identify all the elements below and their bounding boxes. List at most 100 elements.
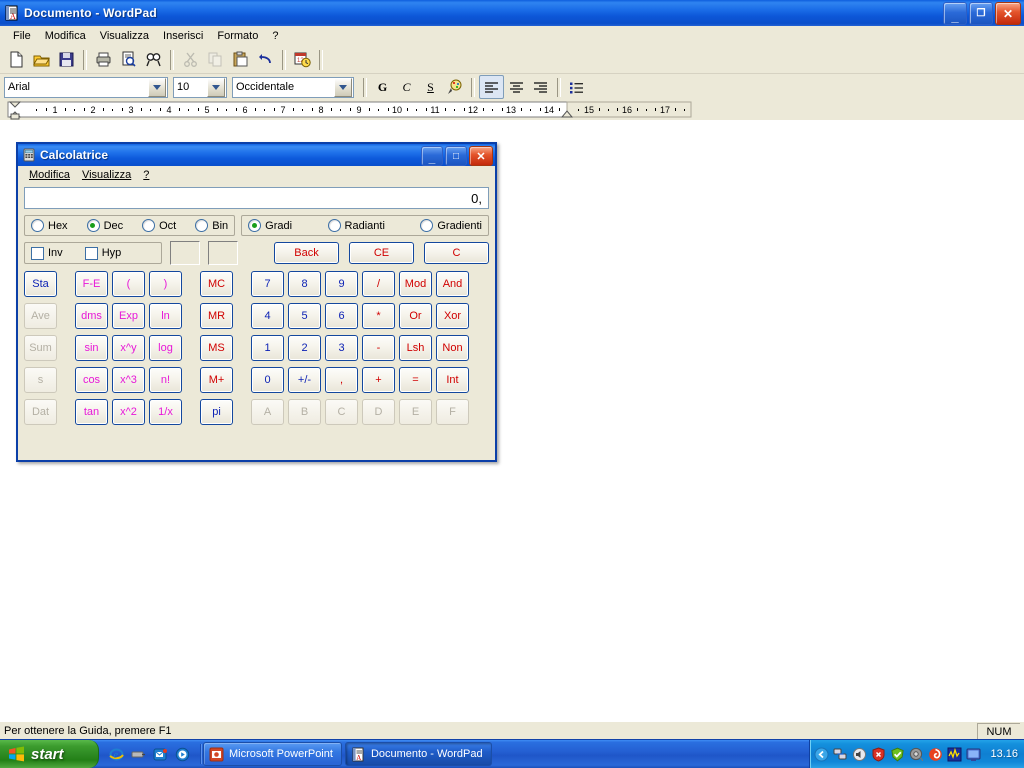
key-log[interactable]: log (149, 335, 182, 361)
key-mod[interactable]: Mod (399, 271, 432, 297)
clear-button[interactable]: C (424, 242, 489, 264)
key-7[interactable]: 7 (251, 271, 284, 297)
key-lsh[interactable]: Lsh (399, 335, 432, 361)
backspace-button[interactable]: Back (274, 242, 339, 264)
key-m-plus[interactable]: M+ (200, 367, 233, 393)
find-icon[interactable] (141, 48, 165, 71)
key-reciprocal[interactable]: 1/x (149, 399, 182, 425)
key-cos[interactable]: cos (75, 367, 108, 393)
network-connection-icon[interactable] (833, 747, 848, 762)
undo-icon[interactable] (253, 48, 277, 71)
key-6[interactable]: 6 (325, 303, 358, 329)
key-4[interactable]: 4 (251, 303, 284, 329)
key-0[interactable]: 0 (251, 367, 284, 393)
system-monitor-icon[interactable] (947, 747, 962, 762)
date-time-icon[interactable]: 12 (290, 48, 314, 71)
checkbox-hyp[interactable]: Hyp (84, 246, 121, 260)
key-x-squared[interactable]: x^2 (112, 399, 145, 425)
speaker-icon[interactable] (909, 747, 924, 762)
save-icon[interactable] (54, 48, 78, 71)
key-3[interactable]: 3 (325, 335, 358, 361)
key-2[interactable]: 2 (288, 335, 321, 361)
print-preview-icon[interactable] (116, 48, 140, 71)
key-xor[interactable]: Xor (436, 303, 469, 329)
display-icon[interactable] (966, 747, 981, 762)
key-tan[interactable]: tan (75, 399, 108, 425)
key-8[interactable]: 8 (288, 271, 321, 297)
key-fe[interactable]: F-E (75, 271, 108, 297)
wordpad-titlebar[interactable]: A Documento - WordPad _ ❐ ✕ (0, 0, 1024, 26)
key-sign-toggle[interactable]: +/- (288, 367, 321, 393)
volume-icon[interactable] (852, 747, 867, 762)
chevron-down-icon[interactable] (334, 77, 352, 97)
internet-explorer-icon[interactable]: e (109, 747, 124, 762)
key-factorial[interactable]: n! (149, 367, 182, 393)
key-decimal-separator[interactable]: , (325, 367, 358, 393)
key-5[interactable]: 5 (288, 303, 321, 329)
wordpad-close-button[interactable]: ✕ (995, 2, 1021, 25)
key-mr[interactable]: MR (200, 303, 233, 329)
menu-formato[interactable]: Formato (210, 28, 265, 44)
key-ln[interactable]: ln (149, 303, 182, 329)
wordpad-restore-button[interactable]: ❐ (969, 2, 993, 25)
calc-menu-visualizza[interactable]: Visualizza (76, 168, 137, 182)
font-size-combo[interactable]: 10 (173, 76, 227, 98)
key-close-paren[interactable]: ) (149, 271, 182, 297)
calc-menu-modifica[interactable]: Modifica (23, 168, 76, 182)
security-alert-icon[interactable] (871, 746, 886, 762)
script-combo[interactable]: Occidentale (232, 76, 354, 98)
menu-file[interactable]: File (6, 28, 38, 44)
show-hidden-icons-icon[interactable] (814, 747, 829, 762)
clear-entry-button[interactable]: CE (349, 242, 414, 264)
bold-button[interactable]: G (371, 76, 394, 98)
radio-hex[interactable]: Hex (31, 219, 68, 232)
key-mc[interactable]: MC (200, 271, 233, 297)
align-right-icon[interactable] (529, 76, 552, 98)
radio-gradi[interactable]: Gradi (248, 219, 292, 232)
menu-inserisci[interactable]: Inserisci (156, 28, 210, 44)
align-left-icon[interactable] (479, 75, 504, 99)
calculator-close-button[interactable]: ✕ (469, 146, 493, 166)
antivirus-icon[interactable] (928, 747, 943, 762)
outlook-express-icon[interactable] (153, 747, 168, 762)
bullets-icon[interactable] (565, 76, 588, 98)
paste-icon[interactable] (228, 48, 252, 71)
key-x-pow-y[interactable]: x^y (112, 335, 145, 361)
radio-gradienti[interactable]: Gradienti (420, 219, 482, 232)
key-int[interactable]: Int (436, 367, 469, 393)
calculator-minimize-button[interactable]: _ (421, 146, 443, 166)
media-player-icon[interactable] (175, 747, 190, 762)
key-divide[interactable]: / (362, 271, 395, 297)
radio-radianti[interactable]: Radianti (327, 219, 385, 232)
menu-help[interactable]: ? (265, 28, 285, 44)
key-exp[interactable]: Exp (112, 303, 145, 329)
key-add[interactable]: + (362, 367, 395, 393)
key-not[interactable]: Non (436, 335, 469, 361)
menu-modifica[interactable]: Modifica (38, 28, 93, 44)
key-dms[interactable]: dms (75, 303, 108, 329)
key-open-paren[interactable]: ( (112, 271, 145, 297)
show-desktop-icon[interactable] (131, 747, 146, 762)
font-family-combo[interactable]: Arial (4, 76, 168, 98)
checkbox-inv[interactable]: Inv (31, 246, 63, 260)
key-x-cubed[interactable]: x^3 (112, 367, 145, 393)
underline-button[interactable]: S (419, 76, 442, 98)
key-and[interactable]: And (436, 271, 469, 297)
clock[interactable]: 13.16 (990, 748, 1018, 760)
taskbar-item-powerpoint[interactable]: Microsoft PowerPoint (203, 742, 342, 766)
key-subtract[interactable]: - (362, 335, 395, 361)
key-ms[interactable]: MS (200, 335, 233, 361)
align-center-icon[interactable] (505, 76, 528, 98)
chevron-down-icon[interactable] (207, 77, 225, 97)
radio-oct[interactable]: Oct (142, 219, 176, 232)
radio-bin[interactable]: Bin (195, 219, 228, 232)
taskbar-item-wordpad[interactable]: A Documento - WordPad (344, 742, 492, 766)
radio-dec[interactable]: Dec (86, 219, 123, 232)
wordpad-ruler[interactable]: 123 456 789 10 11 12 13 14 15 16 17 (0, 100, 1024, 120)
menu-visualizza[interactable]: Visualizza (93, 28, 156, 44)
key-1[interactable]: 1 (251, 335, 284, 361)
calculator-titlebar[interactable]: Calcolatrice _ □ ✕ (18, 144, 495, 166)
start-button[interactable]: start (0, 740, 99, 768)
print-icon[interactable] (91, 48, 115, 71)
key-sin[interactable]: sin (75, 335, 108, 361)
